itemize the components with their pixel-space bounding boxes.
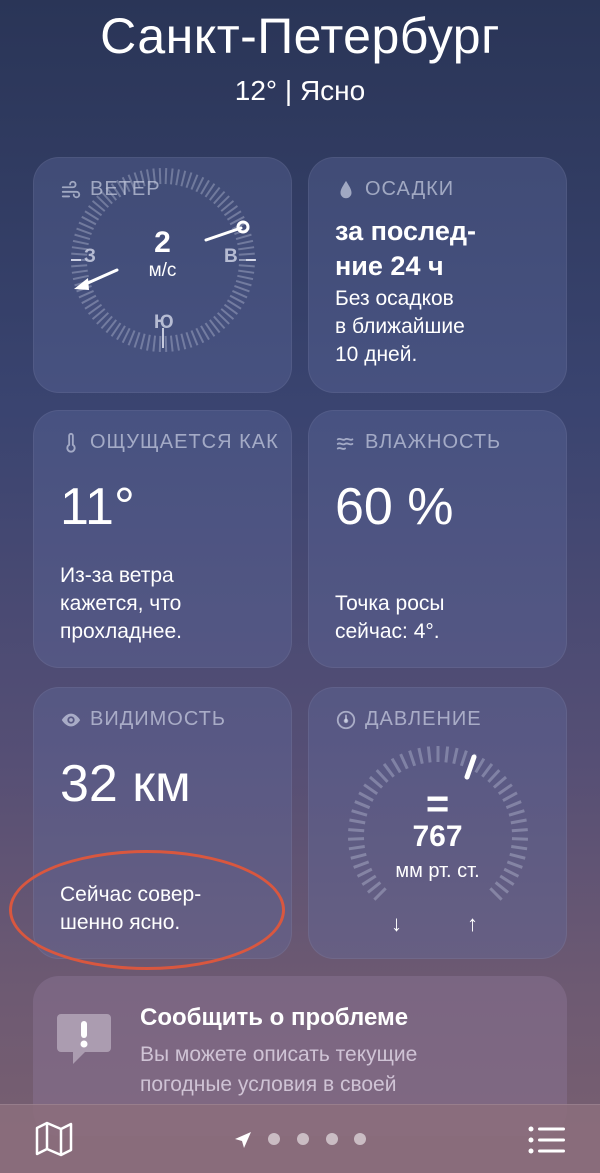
- visibility-card-title: ВИДИМОСТЬ: [60, 708, 226, 731]
- visibility-title-label: ВИДИМОСТЬ: [90, 708, 226, 730]
- header: Санкт-Петербург 12° | Ясно: [0, 0, 600, 108]
- pressure-indicator: [464, 754, 477, 780]
- feels-like-value: 11°: [60, 478, 135, 536]
- exclamation-bubble-icon: [57, 1014, 111, 1064]
- wind-speed: 2: [154, 226, 171, 259]
- current-conditions: 12° | Ясно: [234, 75, 366, 106]
- page-dot[interactable]: [326, 1133, 338, 1145]
- feels-card-title: ОЩУЩАЕТСЯ КАК: [60, 431, 279, 454]
- pressure-trend: =: [425, 782, 450, 826]
- wind-card[interactable]: ВЕТЕР З В Ю 2 м/с: [33, 157, 292, 393]
- precip-desc-1: Без осадков: [335, 287, 454, 310]
- compass-south: Ю: [154, 312, 174, 333]
- annotation-circle: [9, 850, 285, 970]
- humidity-card-title: ВЛАЖНОСТЬ: [335, 431, 501, 454]
- feels-desc-2: кажется, что: [60, 592, 182, 615]
- report-title: Сообщить о проблеме: [140, 1004, 409, 1031]
- precip-card-title: ОСАДКИ: [335, 178, 454, 201]
- feels-desc-3: прохладнее.: [60, 620, 182, 643]
- map-icon[interactable]: [35, 1121, 73, 1157]
- city-name: Санкт-Петербург: [100, 8, 500, 64]
- humidity-desc-1: Точка росы: [335, 592, 445, 615]
- pressure-high-arrow: ↑: [467, 911, 478, 936]
- humidity-value: 60 %: [335, 478, 454, 536]
- drop-icon: [340, 180, 352, 198]
- humidity-card[interactable]: ВЛАЖНОСТЬ 60 % Точка росы сейчас: 4°.: [308, 410, 567, 668]
- feels-like-card[interactable]: ОЩУЩАЕТСЯ КАК 11° Из-за ветра кажется, ч…: [33, 410, 292, 668]
- page-dot[interactable]: [354, 1133, 366, 1145]
- pressure-card[interactable]: ДАВЛЕНИЕ = 767 мм рт. ст. ↓ ↑: [308, 687, 567, 959]
- wind-unit: м/с: [148, 260, 177, 281]
- page-dot[interactable]: [297, 1133, 309, 1145]
- visibility-value: 32 км: [60, 755, 191, 813]
- humidity-title-label: ВЛАЖНОСТЬ: [365, 431, 502, 453]
- humidity-icon: [336, 437, 354, 450]
- eye-icon: [61, 713, 81, 726]
- pressure-unit: мм рт. ст.: [395, 860, 480, 882]
- report-text-2: погодные условия в своей: [140, 1073, 397, 1096]
- feels-desc-1: Из-за ветра: [60, 564, 174, 587]
- precip-title-label: ОСАДКИ: [365, 178, 455, 200]
- report-text-1: Вы можете описать текущие: [140, 1043, 418, 1066]
- feels-title-label: ОЩУЩАЕТСЯ КАК: [90, 431, 279, 453]
- humidity-desc-2: сейчас: 4°.: [335, 620, 440, 643]
- location-arrow-icon[interactable]: [233, 1130, 253, 1150]
- precip-headline-1: за послед-: [335, 216, 476, 246]
- thermometer-icon: [66, 432, 76, 453]
- precip-desc-2: в ближайшие: [335, 315, 465, 338]
- list-icon[interactable]: [528, 1125, 566, 1155]
- pressure-value: 767: [412, 820, 463, 853]
- page-dot[interactable]: [268, 1133, 280, 1145]
- pressure-low-arrow: ↓: [391, 911, 402, 936]
- precipitation-card[interactable]: ОСАДКИ за послед- ние 24 ч Без осадков в…: [308, 157, 567, 393]
- precip-desc-3: 10 дней.: [335, 343, 418, 366]
- precip-headline-2: ние 24 ч: [335, 251, 444, 281]
